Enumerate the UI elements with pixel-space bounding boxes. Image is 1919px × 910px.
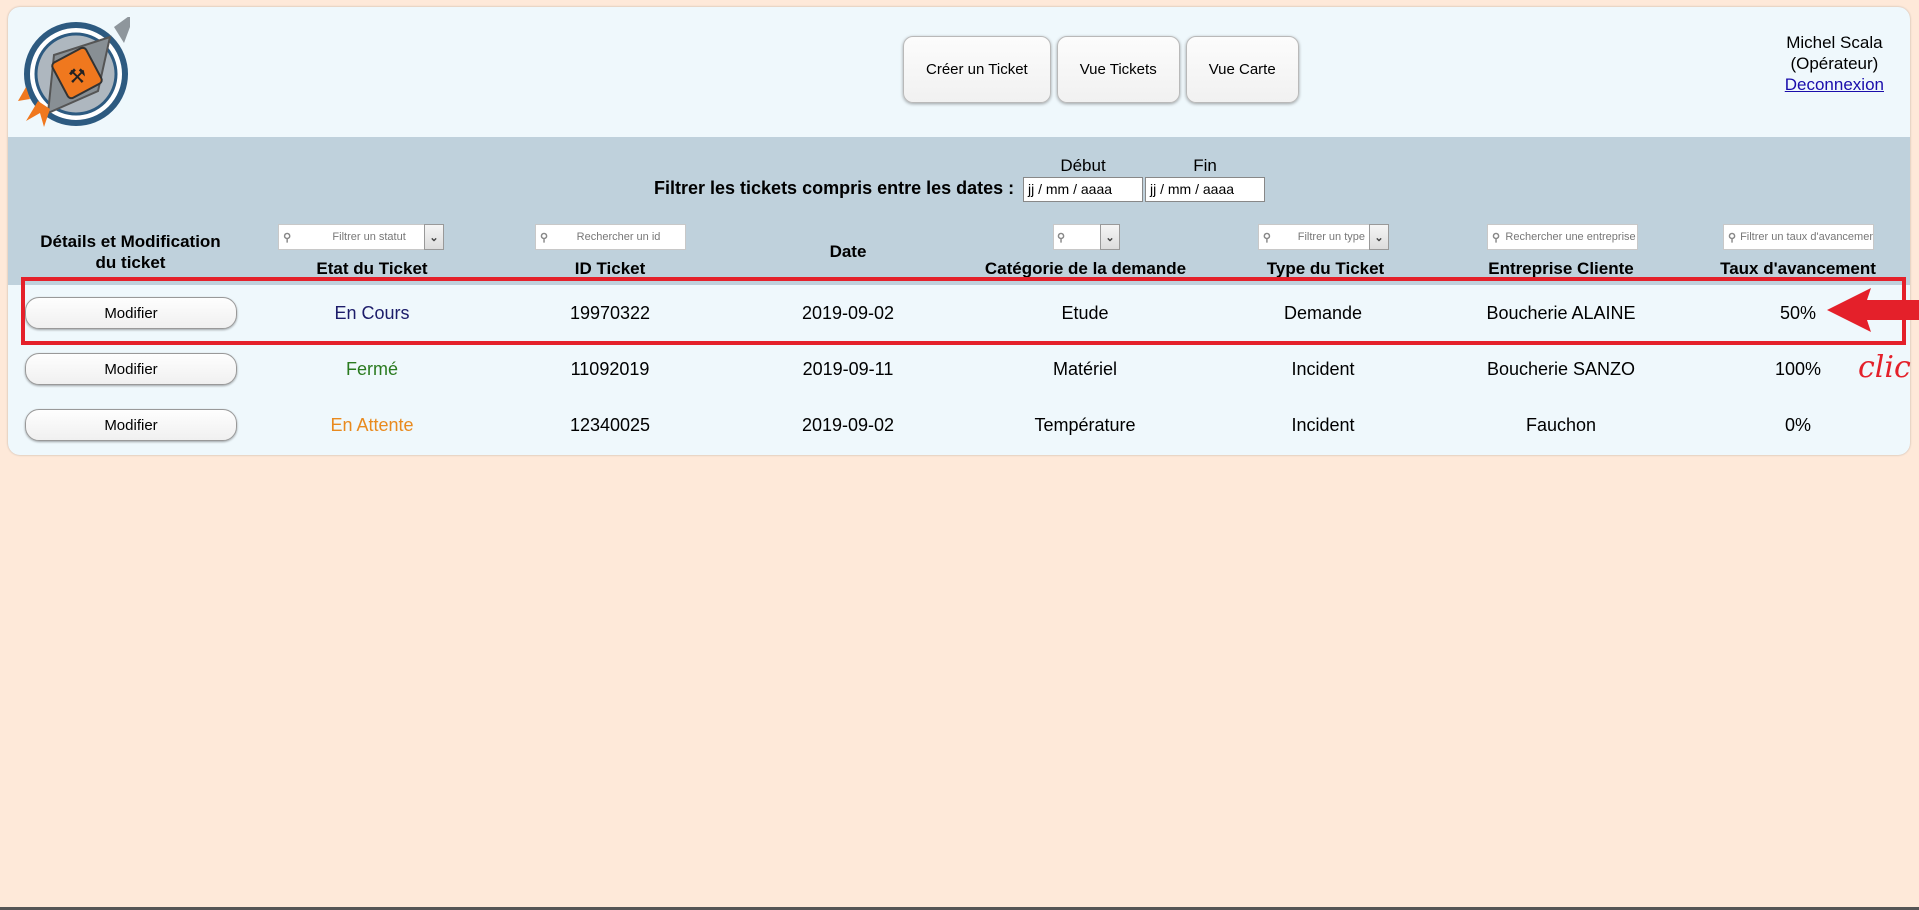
svg-text:⚒: ⚒ (68, 64, 86, 88)
header-date: Date (738, 213, 958, 285)
status-filter-select[interactable]: ⚲ ⌄ (278, 224, 444, 250)
category-filter-select[interactable]: ⚲ ⌄ (1053, 224, 1120, 250)
type-filter-select[interactable]: ⚲ ⌄ (1258, 224, 1389, 250)
logout-link[interactable]: Deconnexion (1785, 75, 1884, 94)
modify-button[interactable]: Modifier (25, 409, 237, 441)
header-category: ⚲ ⌄ Catégorie de la demande (963, 213, 1208, 285)
user-name: Michel Scala (1786, 33, 1883, 52)
header: ⚒ Créer un Ticket Vue Tickets Vue Carte … (8, 7, 1910, 137)
start-date-group: Début jj / mm / aaaa (1023, 156, 1143, 202)
status-cell: En Attente (330, 414, 414, 435)
header-type-title: Type du Ticket (1266, 259, 1385, 278)
start-date-caption: Début (1060, 156, 1106, 175)
ticket-ship-logo: ⚒ (18, 17, 130, 127)
header-company-title: Entreprise Cliente (1488, 259, 1634, 278)
start-date-input[interactable]: jj / mm / aaaa (1023, 177, 1143, 202)
header-id-title: ID Ticket (574, 259, 646, 278)
table-row: Modifier En Attente 12340025 2019-09-02 … (8, 397, 1910, 453)
end-date-caption: Fin (1193, 156, 1217, 175)
type-cell: Incident (1291, 358, 1355, 379)
progress-filter-input[interactable] (1740, 231, 1873, 243)
arrow-left-icon (1827, 288, 1919, 332)
date-cell: 2019-09-11 (802, 358, 894, 379)
id-search-box[interactable]: ⚲ (535, 224, 686, 250)
type-cell: Incident (1291, 414, 1355, 435)
company-cell: Fauchon (1525, 414, 1597, 435)
date-cell: 2019-09-02 (801, 414, 895, 435)
modify-button[interactable]: Modifier (25, 353, 237, 385)
chevron-down-icon[interactable]: ⌄ (1369, 224, 1389, 250)
end-date-input[interactable]: jj / mm / aaaa (1145, 177, 1265, 202)
header-category-title: Catégorie de la demande (984, 259, 1187, 278)
tickets-view-button[interactable]: Vue Tickets (1056, 36, 1180, 103)
header-progress-title: Taux d'avancement (1720, 259, 1876, 278)
main-nav: Créer un Ticket Vue Tickets Vue Carte (903, 36, 1299, 104)
end-date-group: Fin jj / mm / aaaa (1145, 156, 1265, 202)
id-search-input[interactable] (552, 231, 685, 243)
header-status: ⚲ ⌄ Etat du Ticket (262, 213, 482, 285)
header-company: ⚲ Entreprise Cliente (1451, 213, 1671, 285)
create-ticket-button[interactable]: Créer un Ticket (903, 36, 1051, 103)
header-date-title: Date (829, 242, 867, 261)
chevron-down-icon[interactable]: ⌄ (424, 224, 444, 250)
app-panel: ⚒ Créer un Ticket Vue Tickets Vue Carte … (8, 7, 1910, 455)
chevron-down-icon[interactable]: ⌄ (1100, 224, 1120, 250)
header-id: ⚲ ID Ticket (500, 213, 720, 285)
date-filter-label: Filtrer les tickets compris entre les da… (654, 178, 1015, 198)
user-role: (Opérateur) (1790, 54, 1879, 73)
header-type: ⚲ ⌄ Type du Ticket (1213, 213, 1438, 285)
table-header: Détails et Modification du ticket ⚲ ⌄ Et… (8, 213, 1910, 285)
header-details: Détails et Modification du ticket (8, 213, 253, 285)
search-icon: ⚲ (1262, 231, 1271, 244)
company-cell: Boucherie SANZO (1486, 358, 1636, 379)
table-row: Modifier Fermé 11092019 2019-09-11 Matér… (8, 341, 1910, 397)
highlight-box (21, 277, 1906, 345)
status-filter-input[interactable] (295, 231, 443, 243)
progress-cell: 0% (1784, 414, 1811, 435)
company-search-box[interactable]: ⚲ (1487, 224, 1638, 250)
user-info: Michel Scala (Opérateur) Deconnexion (1785, 32, 1884, 95)
header-details-line1: Détails et Modification (40, 232, 221, 251)
status-cell: Fermé (345, 358, 398, 379)
search-icon: ⚲ (283, 231, 292, 244)
search-icon: ⚲ (540, 231, 549, 244)
id-cell: 12340025 (569, 414, 651, 435)
date-filter-bar: Filtrer les tickets compris entre les da… (8, 137, 1910, 213)
header-details-line2: du ticket (95, 253, 166, 272)
category-cell: Matériel (1052, 358, 1118, 379)
id-cell: 11092019 (570, 358, 650, 379)
search-icon: ⚲ (1057, 231, 1066, 244)
progress-filter-box[interactable]: ⚲ (1723, 224, 1874, 250)
search-icon: ⚲ (1728, 231, 1737, 244)
map-view-button[interactable]: Vue Carte (1185, 36, 1299, 103)
company-search-input[interactable] (1504, 231, 1637, 243)
header-status-title: Etat du Ticket (316, 259, 428, 278)
search-icon: ⚲ (1492, 231, 1501, 244)
category-cell: Température (1034, 414, 1136, 435)
click-annotation-label: clic (1858, 350, 1911, 385)
header-progress: ⚲ Taux d'avancement (1688, 213, 1908, 285)
